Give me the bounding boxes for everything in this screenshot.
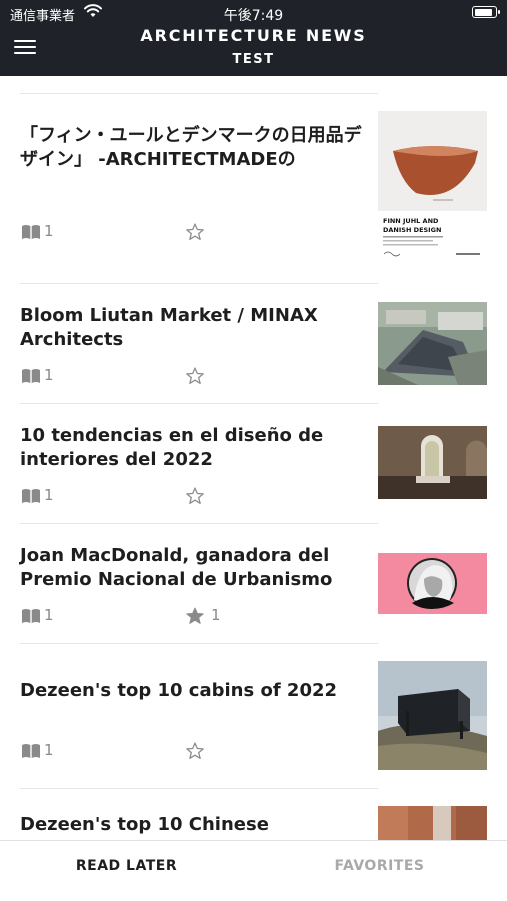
article-feed[interactable]: 「フィン・ユールとデンマークの日用品デザイン」 -ARCHITECTMADEの … bbox=[0, 76, 507, 840]
divider bbox=[20, 93, 378, 94]
read-count: 1 bbox=[44, 741, 54, 759]
app-subtitle: TEST bbox=[232, 52, 275, 67]
article-thumbnail[interactable] bbox=[378, 806, 487, 840]
article-thumbnail[interactable]: FINN JUHL AND DANISH DESIGN bbox=[378, 111, 487, 264]
read-count: 1 bbox=[44, 606, 54, 624]
article-title[interactable]: 10 tendencias en el diseño de interiores… bbox=[20, 424, 365, 472]
favorite-count: 1 bbox=[211, 606, 221, 624]
article-thumbnail[interactable] bbox=[378, 661, 487, 770]
article-title[interactable]: Joan MacDonald, ganadora del Premio Naci… bbox=[20, 544, 365, 592]
read-count: 1 bbox=[44, 366, 54, 384]
article-title[interactable]: Dezeen's top 10 cabins of 2022 bbox=[20, 679, 365, 703]
battery-icon bbox=[472, 6, 500, 18]
star-filled-icon[interactable] bbox=[185, 606, 205, 626]
book-open-icon bbox=[22, 489, 40, 503]
star-outline-icon[interactable] bbox=[185, 222, 205, 242]
read-count: 1 bbox=[44, 486, 54, 504]
app-title: ARCHITECTURE NEWS bbox=[140, 26, 367, 45]
app-header: 通信事業者 午後7:49 ARCHITECTURE NEWS TEST bbox=[0, 0, 507, 76]
divider bbox=[20, 283, 378, 284]
article-thumbnail[interactable] bbox=[378, 553, 487, 614]
star-outline-icon[interactable] bbox=[185, 366, 205, 386]
article-title[interactable]: Dezeen's top 10 Chinese bbox=[20, 813, 365, 837]
divider bbox=[20, 788, 378, 789]
divider bbox=[20, 403, 378, 404]
article-thumbnail[interactable] bbox=[378, 302, 487, 385]
article-title[interactable]: Bloom Liutan Market / MINAX Architects bbox=[20, 304, 365, 352]
star-outline-icon[interactable] bbox=[185, 486, 205, 506]
book-open-icon bbox=[22, 225, 40, 239]
tab-favorites[interactable]: FAVORITES bbox=[253, 841, 506, 891]
book-open-icon bbox=[22, 609, 40, 623]
article-title[interactable]: 「フィン・ユールとデンマークの日用品デザイン」 -ARCHITECTMADEの bbox=[20, 124, 365, 172]
book-open-icon bbox=[22, 369, 40, 383]
star-outline-icon[interactable] bbox=[185, 741, 205, 761]
svg-text:FINN JUHL AND: FINN JUHL AND bbox=[383, 217, 439, 225]
status-time: 午後7:49 bbox=[223, 8, 284, 24]
tab-bar: READ LATER FAVORITES bbox=[0, 840, 507, 901]
divider bbox=[20, 643, 378, 644]
tab-read-later[interactable]: READ LATER bbox=[0, 841, 253, 891]
book-open-icon bbox=[22, 744, 40, 758]
divider bbox=[20, 523, 378, 524]
read-count: 1 bbox=[44, 222, 54, 240]
article-thumbnail[interactable] bbox=[378, 426, 487, 499]
svg-text:DANISH DESIGN: DANISH DESIGN bbox=[383, 226, 441, 234]
